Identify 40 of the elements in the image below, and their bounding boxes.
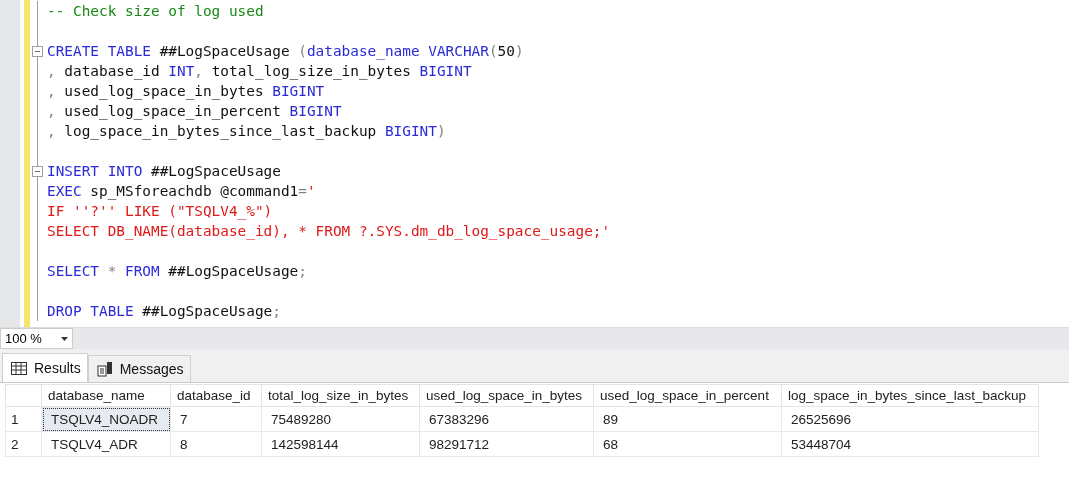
code-line: , database_id INT, total_log_size_in_bytes BIGINT [47,63,472,79]
table-cell: TSQLV4_ADR [41,431,171,457]
column-header: used_log_space_in_percent [593,384,782,407]
table-cell: 7 [170,406,262,432]
table-cell: 142598144 [261,431,420,457]
column-header: database_id [170,384,262,407]
collapse-icon[interactable] [32,45,43,57]
column-header: total_log_size_in_bytes [261,384,420,407]
caret-icon [61,336,68,341]
code-line: , used_log_space_in_percent BIGINT [47,103,342,119]
code-line: IF ''?'' LIKE ("TSQLV4_%") [47,203,273,219]
zoom-dropdown[interactable]: 100 % [0,328,73,349]
table-cell: 89 [593,406,782,432]
code-line: , used_log_space_in_bytes BIGINT [47,83,325,99]
code-line: EXEC sp_MSforeachdb @command1=' [47,183,316,199]
code-line: , log_space_in_bytes_since_last_backup BIGINT) [47,123,446,139]
table-cell: 8 [170,431,262,457]
row-number: 2 [5,431,42,457]
code-line: SELECT DB_NAME(database_id), * FROM ?.SYS.dm_db_log_space_usage;' [47,223,611,239]
code-line: CREATE TABLE ##LogSpaceUsage (database_name VARCHAR(50) [47,43,524,59]
tab[interactable]: Results [2,353,88,382]
column-header: database_name [41,384,171,407]
table-cell: 68 [593,431,782,457]
table-cell: 75489280 [261,406,420,432]
column-header: log_space_in_bytes_since_last_backup [781,384,1039,407]
code-line: -- Check size of log used [47,3,264,19]
tab[interactable]: Messages [87,355,191,382]
collapse-icon[interactable] [32,165,43,177]
code-line: SELECT * FROM ##LogSpaceUsage; [47,263,307,279]
table-cell: 98291712 [419,431,594,457]
grid-icon [11,361,27,375]
row-number: 1 [5,406,42,432]
table-cell: TSQLV4_NOADR [41,406,171,432]
table-cell: 53448704 [781,431,1039,457]
table-cell: 67383296 [419,406,594,432]
code-line: INSERT INTO ##LogSpaceUsage [47,163,281,179]
table-cell: 26525696 [781,406,1039,432]
document-icon [96,361,113,377]
column-header: used_log_space_in_bytes [419,384,594,407]
code-line: DROP TABLE ##LogSpaceUsage; [47,303,281,319]
